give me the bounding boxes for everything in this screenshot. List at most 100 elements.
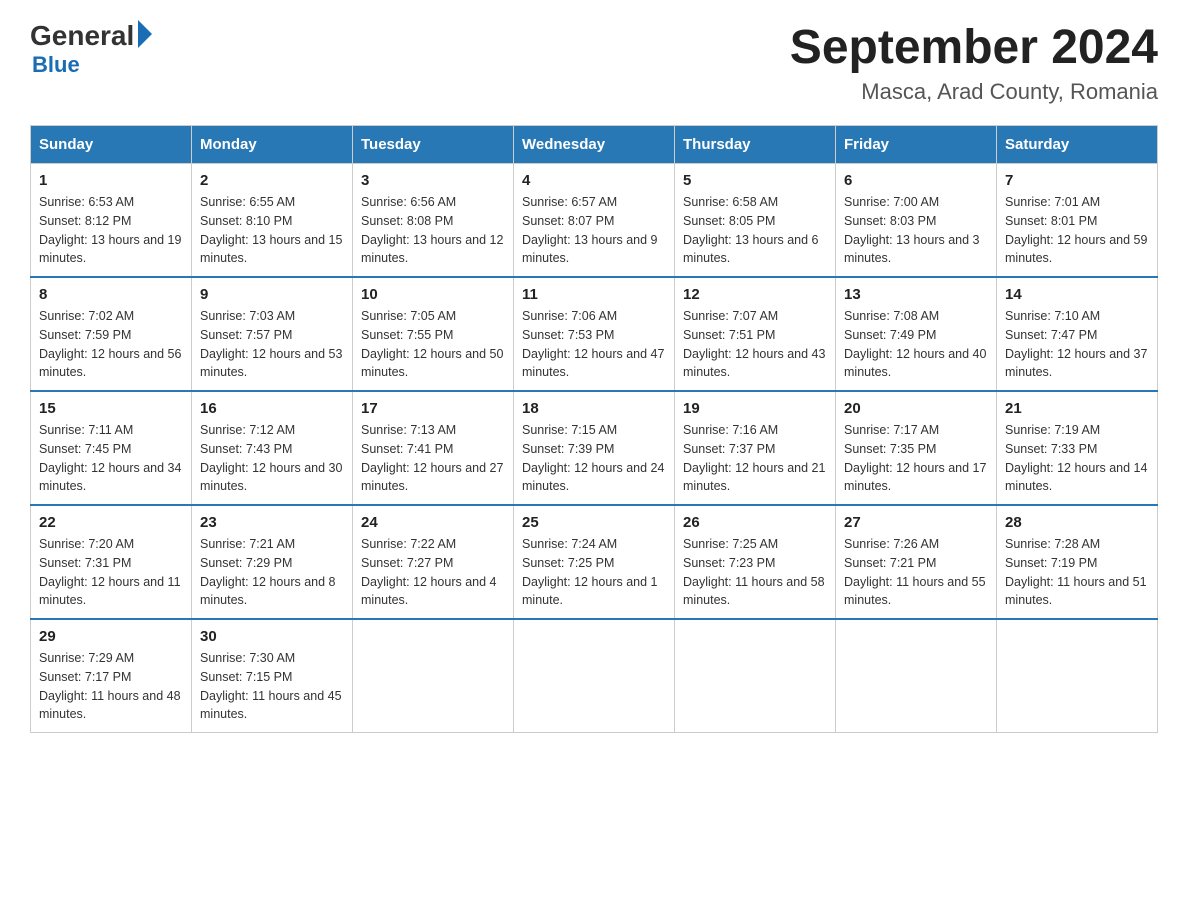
day-info: Sunrise: 7:22 AM Sunset: 7:27 PM Dayligh… [361,535,505,610]
calendar-week-row: 8 Sunrise: 7:02 AM Sunset: 7:59 PM Dayli… [31,277,1158,391]
table-row: 15 Sunrise: 7:11 AM Sunset: 7:45 PM Dayl… [31,391,192,505]
day-number: 23 [200,514,344,531]
table-row: 9 Sunrise: 7:03 AM Sunset: 7:57 PM Dayli… [192,277,353,391]
calendar-table: Sunday Monday Tuesday Wednesday Thursday… [30,125,1158,733]
day-info: Sunrise: 7:03 AM Sunset: 7:57 PM Dayligh… [200,307,344,382]
table-row: 24 Sunrise: 7:22 AM Sunset: 7:27 PM Dayl… [353,505,514,619]
day-info: Sunrise: 7:06 AM Sunset: 7:53 PM Dayligh… [522,307,666,382]
day-info: Sunrise: 7:21 AM Sunset: 7:29 PM Dayligh… [200,535,344,610]
logo-triangle-icon [138,20,152,48]
day-number: 27 [844,514,988,531]
day-number: 14 [1005,286,1149,303]
table-row: 13 Sunrise: 7:08 AM Sunset: 7:49 PM Dayl… [836,277,997,391]
header-saturday: Saturday [997,126,1158,164]
day-number: 3 [361,172,505,189]
table-row: 16 Sunrise: 7:12 AM Sunset: 7:43 PM Dayl… [192,391,353,505]
calendar-week-row: 15 Sunrise: 7:11 AM Sunset: 7:45 PM Dayl… [31,391,1158,505]
table-row: 12 Sunrise: 7:07 AM Sunset: 7:51 PM Dayl… [675,277,836,391]
day-number: 29 [39,628,183,645]
day-info: Sunrise: 7:25 AM Sunset: 7:23 PM Dayligh… [683,535,827,610]
day-number: 28 [1005,514,1149,531]
table-row: 2 Sunrise: 6:55 AM Sunset: 8:10 PM Dayli… [192,164,353,278]
day-number: 30 [200,628,344,645]
day-info: Sunrise: 7:26 AM Sunset: 7:21 PM Dayligh… [844,535,988,610]
table-row: 6 Sunrise: 7:00 AM Sunset: 8:03 PM Dayli… [836,164,997,278]
table-row: 10 Sunrise: 7:05 AM Sunset: 7:55 PM Dayl… [353,277,514,391]
day-number: 8 [39,286,183,303]
weekday-header-row: Sunday Monday Tuesday Wednesday Thursday… [31,126,1158,164]
table-row: 17 Sunrise: 7:13 AM Sunset: 7:41 PM Dayl… [353,391,514,505]
day-number: 10 [361,286,505,303]
day-info: Sunrise: 7:05 AM Sunset: 7:55 PM Dayligh… [361,307,505,382]
table-row: 28 Sunrise: 7:28 AM Sunset: 7:19 PM Dayl… [997,505,1158,619]
table-row [353,619,514,733]
day-info: Sunrise: 7:10 AM Sunset: 7:47 PM Dayligh… [1005,307,1149,382]
day-number: 1 [39,172,183,189]
day-info: Sunrise: 6:57 AM Sunset: 8:07 PM Dayligh… [522,193,666,268]
table-row [675,619,836,733]
day-number: 22 [39,514,183,531]
day-number: 19 [683,400,827,417]
day-info: Sunrise: 7:13 AM Sunset: 7:41 PM Dayligh… [361,421,505,496]
table-row: 27 Sunrise: 7:26 AM Sunset: 7:21 PM Dayl… [836,505,997,619]
table-row [514,619,675,733]
day-info: Sunrise: 6:55 AM Sunset: 8:10 PM Dayligh… [200,193,344,268]
day-number: 16 [200,400,344,417]
table-row: 19 Sunrise: 7:16 AM Sunset: 7:37 PM Dayl… [675,391,836,505]
calendar-week-row: 22 Sunrise: 7:20 AM Sunset: 7:31 PM Dayl… [31,505,1158,619]
calendar-subtitle: Masca, Arad County, Romania [790,79,1158,105]
table-row: 1 Sunrise: 6:53 AM Sunset: 8:12 PM Dayli… [31,164,192,278]
day-number: 24 [361,514,505,531]
logo: General Blue [30,20,152,78]
table-row: 23 Sunrise: 7:21 AM Sunset: 7:29 PM Dayl… [192,505,353,619]
day-info: Sunrise: 7:28 AM Sunset: 7:19 PM Dayligh… [1005,535,1149,610]
day-info: Sunrise: 7:30 AM Sunset: 7:15 PM Dayligh… [200,649,344,724]
day-info: Sunrise: 6:56 AM Sunset: 8:08 PM Dayligh… [361,193,505,268]
day-info: Sunrise: 7:15 AM Sunset: 7:39 PM Dayligh… [522,421,666,496]
header-tuesday: Tuesday [353,126,514,164]
header-friday: Friday [836,126,997,164]
table-row: 22 Sunrise: 7:20 AM Sunset: 7:31 PM Dayl… [31,505,192,619]
day-number: 11 [522,286,666,303]
day-info: Sunrise: 6:53 AM Sunset: 8:12 PM Dayligh… [39,193,183,268]
table-row: 26 Sunrise: 7:25 AM Sunset: 7:23 PM Dayl… [675,505,836,619]
day-info: Sunrise: 7:01 AM Sunset: 8:01 PM Dayligh… [1005,193,1149,268]
day-number: 25 [522,514,666,531]
table-row: 25 Sunrise: 7:24 AM Sunset: 7:25 PM Dayl… [514,505,675,619]
day-number: 17 [361,400,505,417]
day-number: 13 [844,286,988,303]
table-row: 7 Sunrise: 7:01 AM Sunset: 8:01 PM Dayli… [997,164,1158,278]
day-number: 5 [683,172,827,189]
title-block: September 2024 Masca, Arad County, Roman… [790,20,1158,105]
day-number: 20 [844,400,988,417]
day-number: 6 [844,172,988,189]
day-number: 26 [683,514,827,531]
day-info: Sunrise: 7:00 AM Sunset: 8:03 PM Dayligh… [844,193,988,268]
table-row: 11 Sunrise: 7:06 AM Sunset: 7:53 PM Dayl… [514,277,675,391]
table-row: 14 Sunrise: 7:10 AM Sunset: 7:47 PM Dayl… [997,277,1158,391]
day-info: Sunrise: 7:20 AM Sunset: 7:31 PM Dayligh… [39,535,183,610]
day-number: 15 [39,400,183,417]
day-number: 12 [683,286,827,303]
day-number: 18 [522,400,666,417]
day-info: Sunrise: 7:19 AM Sunset: 7:33 PM Dayligh… [1005,421,1149,496]
header-sunday: Sunday [31,126,192,164]
day-info: Sunrise: 7:17 AM Sunset: 7:35 PM Dayligh… [844,421,988,496]
header-thursday: Thursday [675,126,836,164]
table-row: 3 Sunrise: 6:56 AM Sunset: 8:08 PM Dayli… [353,164,514,278]
logo-general-text: General [30,20,134,52]
calendar-week-row: 29 Sunrise: 7:29 AM Sunset: 7:17 PM Dayl… [31,619,1158,733]
table-row [997,619,1158,733]
calendar-title: September 2024 [790,20,1158,75]
day-info: Sunrise: 7:02 AM Sunset: 7:59 PM Dayligh… [39,307,183,382]
day-info: Sunrise: 7:29 AM Sunset: 7:17 PM Dayligh… [39,649,183,724]
header-monday: Monday [192,126,353,164]
calendar-week-row: 1 Sunrise: 6:53 AM Sunset: 8:12 PM Dayli… [31,164,1158,278]
day-info: Sunrise: 6:58 AM Sunset: 8:05 PM Dayligh… [683,193,827,268]
table-row: 18 Sunrise: 7:15 AM Sunset: 7:39 PM Dayl… [514,391,675,505]
table-row: 21 Sunrise: 7:19 AM Sunset: 7:33 PM Dayl… [997,391,1158,505]
table-row: 29 Sunrise: 7:29 AM Sunset: 7:17 PM Dayl… [31,619,192,733]
day-info: Sunrise: 7:07 AM Sunset: 7:51 PM Dayligh… [683,307,827,382]
table-row: 5 Sunrise: 6:58 AM Sunset: 8:05 PM Dayli… [675,164,836,278]
day-number: 2 [200,172,344,189]
